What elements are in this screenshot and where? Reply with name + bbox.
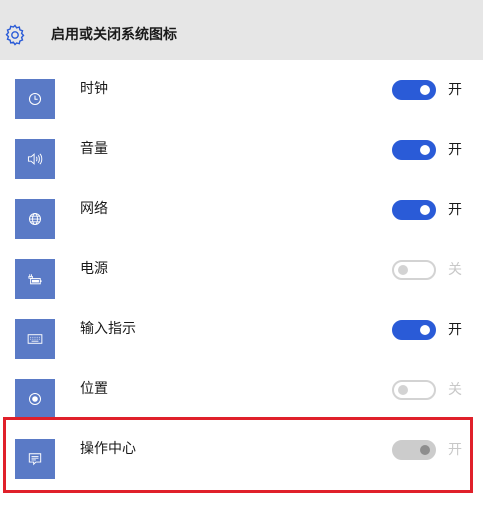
system-icons-settings-page: 启用或关闭系统图标 时钟 开 音量 开 网络 开 电源 关 输入指示 开 位置 … — [0, 0, 483, 505]
toggle-state-label: 关 — [448, 262, 462, 278]
input-indicator-toggle[interactable] — [392, 320, 436, 340]
system-icon-row-clock: 时钟 开 — [0, 60, 483, 120]
location-icon-tile — [15, 379, 55, 419]
page-title: 启用或关闭系统图标 — [51, 27, 177, 43]
globe-icon-tile — [15, 199, 55, 239]
action-center-icon-tile — [15, 439, 55, 479]
toggle-state-label: 开 — [448, 142, 462, 158]
speaker-icon-tile — [15, 139, 55, 179]
clock-icon-tile — [15, 79, 55, 119]
row-label: 电源 — [80, 261, 108, 277]
row-label: 输入指示 — [80, 321, 136, 337]
toggle-knob — [420, 325, 430, 335]
system-icon-row-power: 电源 关 — [0, 240, 483, 300]
battery-plug-icon — [28, 274, 42, 285]
row-label: 操作中心 — [80, 441, 136, 457]
battery-plug-icon-tile — [15, 259, 55, 299]
toggle-knob — [420, 85, 430, 95]
clock-toggle[interactable] — [392, 80, 436, 100]
toggle-knob — [398, 385, 408, 395]
power-toggle[interactable] — [392, 260, 436, 280]
gear-icon — [5, 24, 25, 46]
row-label: 网络 — [80, 201, 108, 217]
toggle-knob — [398, 265, 408, 275]
row-label: 音量 — [80, 141, 108, 157]
settings-header: 启用或关闭系统图标 — [0, 0, 483, 60]
system-icon-row-location: 位置 关 — [0, 360, 483, 420]
action-center-toggle[interactable] — [392, 440, 436, 460]
keyboard-icon — [27, 334, 43, 344]
network-toggle[interactable] — [392, 200, 436, 220]
action-center-icon — [28, 453, 42, 466]
toggle-state-label: 关 — [448, 382, 462, 398]
toggle-state-label: 开 — [448, 442, 462, 458]
location-icon — [29, 393, 41, 405]
row-label: 位置 — [80, 381, 108, 397]
toggle-state-label: 开 — [448, 202, 462, 218]
keyboard-icon-tile — [15, 319, 55, 359]
system-icon-row-action-center: 操作中心 开 — [0, 420, 483, 480]
toggle-state-label: 开 — [448, 82, 462, 98]
system-icon-row-network: 网络 开 — [0, 180, 483, 240]
toggle-state-label: 开 — [448, 322, 462, 338]
system-icon-row-input-indicator: 输入指示 开 — [0, 300, 483, 360]
speaker-icon — [27, 153, 43, 165]
volume-toggle[interactable] — [392, 140, 436, 160]
toggle-knob — [420, 445, 430, 455]
toggle-knob — [420, 205, 430, 215]
toggle-knob — [420, 145, 430, 155]
clock-icon — [28, 92, 42, 106]
row-label: 时钟 — [80, 81, 108, 97]
location-toggle[interactable] — [392, 380, 436, 400]
system-icon-row-volume: 音量 开 — [0, 120, 483, 180]
globe-icon — [29, 213, 41, 225]
